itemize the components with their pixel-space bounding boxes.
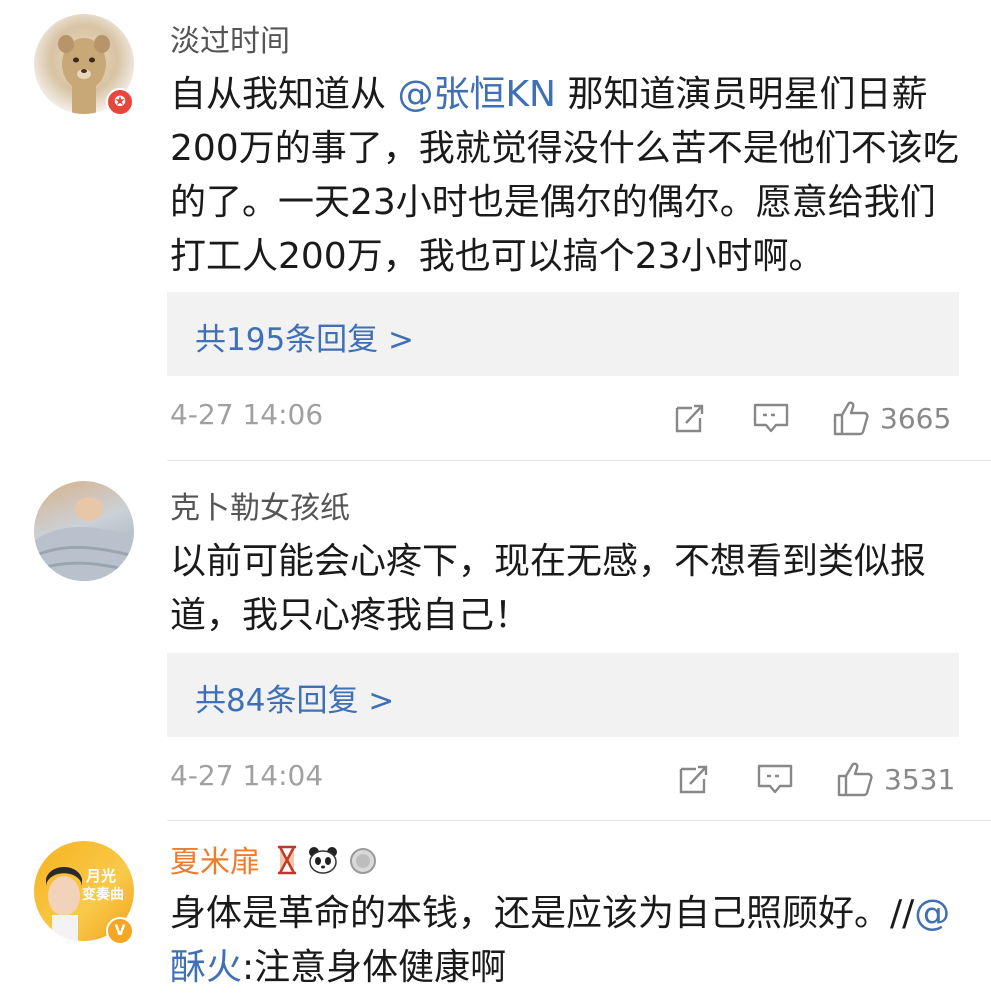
comment-icon	[753, 403, 789, 433]
share-icon	[675, 404, 704, 433]
share-icon	[679, 765, 708, 794]
verified-badge-icon: ✪	[106, 88, 134, 116]
share-button[interactable]	[672, 398, 708, 438]
timestamp: 4-27 14:06	[170, 398, 324, 431]
comment-item: 月光 变奏曲 V 夏米扉 身体是革命的本钱，还是应该为自己照顾好。//@酥火:注…	[0, 821, 991, 1000]
like-button[interactable]: 3531	[836, 759, 955, 799]
avatar-text: 变奏曲	[82, 887, 124, 903]
comment-text: 自从我知道从 @张恒KN 那知道演员明星们日薪200万的事了，我就觉得没什么苦不…	[170, 68, 960, 284]
comment-text-part: 身体是革命的本钱，还是应该为自己照顾好。//	[170, 893, 915, 934]
username[interactable]: 克卜勒女孩纸	[170, 483, 350, 527]
view-replies-link[interactable]: 共84条回复 >	[195, 675, 394, 720]
share-button[interactable]	[676, 759, 712, 799]
hourglass-icon	[276, 845, 298, 883]
comment-item: 克卜勒女孩纸 以前可能会心疼下，现在无感，不想看到类似报道，我只心疼我自己！ 共…	[0, 461, 991, 821]
comment-text: 以前可能会心疼下，现在无感，不想看到类似报道，我只心疼我自己！	[170, 541, 927, 636]
username[interactable]: 淡过时间	[170, 16, 290, 60]
comment-text-part: 自从我知道从	[170, 74, 398, 115]
username[interactable]: 夏米扉	[170, 837, 377, 883]
girl-under-blanket-image	[34, 497, 134, 581]
reply-summary-box[interactable]: 共195条回复 >	[167, 292, 959, 376]
thumbs-up-icon	[837, 762, 873, 797]
reply-summary-box[interactable]: 共84条回复 >	[167, 653, 959, 737]
like-count: 3531	[884, 762, 956, 796]
comment-text: 身体是革命的本钱，还是应该为自己照顾好。//@酥火:注意身体健康啊	[170, 887, 960, 995]
comment-icon	[757, 764, 793, 794]
like-count: 3665	[880, 401, 952, 435]
comment-meta: 4-27 14:06 3665	[0, 398, 991, 438]
avatar-text: 月光	[86, 867, 117, 885]
view-replies-link[interactable]: 共195条回复 >	[195, 314, 414, 359]
username-text: 夏米扉	[170, 845, 260, 880]
verified-v-badge-icon: V	[106, 917, 134, 945]
comment-meta: 4-27 14:04 3531	[0, 759, 991, 799]
timestamp: 4-27 14:04	[170, 759, 324, 792]
thumbs-up-icon	[833, 401, 869, 436]
medal-icon	[349, 845, 377, 883]
avatar[interactable]	[34, 481, 134, 581]
comment-text-part: :注意身体健康啊	[242, 947, 507, 988]
comment-button[interactable]	[752, 398, 790, 438]
like-button[interactable]: 3665	[832, 398, 951, 438]
comment-button[interactable]	[756, 759, 794, 799]
panda-icon	[307, 845, 339, 883]
comment-item: ✪ 淡过时间 自从我知道从 @张恒KN 那知道演员明星们日薪200万的事了，我就…	[0, 0, 991, 460]
mention-link[interactable]: @张恒KN	[397, 74, 556, 115]
